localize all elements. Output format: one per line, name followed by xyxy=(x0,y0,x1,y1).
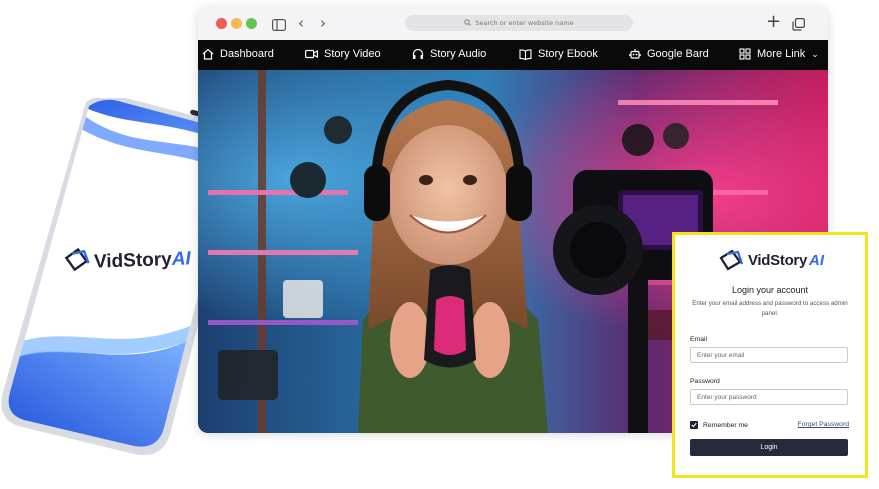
login-subtitle: Enter your email address and password to… xyxy=(692,300,848,317)
sidebar-toggle-icon[interactable] xyxy=(272,16,287,35)
chevron-down-icon: ⌄ xyxy=(811,48,819,59)
nav-story-ebook[interactable]: Story Ebook xyxy=(519,48,598,60)
nav-dashboard[interactable]: Dashboard xyxy=(202,48,274,60)
remember-label: Remember me xyxy=(703,421,748,429)
nav-more-link[interactable]: More Link ⌄ xyxy=(739,48,819,60)
minimize-window-button[interactable] xyxy=(231,18,242,29)
checkmark-icon xyxy=(691,422,697,428)
home-icon xyxy=(202,48,214,60)
nav-google-bard-label: Google Bard xyxy=(647,48,709,60)
phone-brand-ai: AI xyxy=(171,248,192,270)
tab-overview-icon[interactable] xyxy=(792,16,805,35)
nav-story-video[interactable]: Story Video xyxy=(305,48,381,60)
search-icon xyxy=(464,18,472,28)
nav-story-audio[interactable]: Story Audio xyxy=(412,48,486,60)
password-field[interactable] xyxy=(690,389,848,405)
phone-brand-word: VidStory xyxy=(93,248,173,273)
login-logo: VidStory AI xyxy=(718,249,824,271)
remember-me[interactable]: Remember me xyxy=(690,421,748,429)
address-bar[interactable]: Search or enter website name xyxy=(405,15,633,31)
video-camera-icon xyxy=(305,49,318,59)
remember-checkbox[interactable] xyxy=(690,421,698,429)
browser-titlebar: ‹ › Search or enter website name + xyxy=(198,6,828,40)
robot-icon xyxy=(629,49,641,59)
password-label: Password xyxy=(690,378,720,385)
login-card: VidStory AI Login your account Enter your… xyxy=(672,232,868,478)
top-navbar: Dashboard Story Video Story Audio Story … xyxy=(198,40,828,70)
login-button[interactable]: Login xyxy=(690,439,848,456)
close-window-button[interactable] xyxy=(216,18,227,29)
nav-story-ebook-label: Story Ebook xyxy=(538,48,598,60)
login-brand-word: VidStory xyxy=(748,251,808,269)
address-placeholder: Search or enter website name xyxy=(475,19,574,27)
forward-arrow-icon[interactable]: › xyxy=(320,14,326,32)
grid-icon xyxy=(739,48,751,60)
book-icon xyxy=(519,48,532,60)
login-brand-ai: AI xyxy=(809,251,825,269)
vidstory-logo-icon xyxy=(719,249,744,271)
maximize-window-button[interactable] xyxy=(246,18,257,29)
phone-brand: VidStoryAI xyxy=(94,248,191,273)
nav-dashboard-label: Dashboard xyxy=(220,48,274,60)
email-label: Email xyxy=(690,336,707,343)
nav-story-audio-label: Story Audio xyxy=(430,48,487,60)
back-arrow-icon[interactable]: ‹ xyxy=(298,14,304,32)
new-tab-plus-icon[interactable]: + xyxy=(766,11,781,32)
nav-story-video-label: Story Video xyxy=(324,48,381,60)
login-title: Login your account xyxy=(731,285,809,295)
forget-password-link[interactable]: Forget Password xyxy=(798,421,849,428)
email-field[interactable] xyxy=(690,347,848,363)
nav-google-bard[interactable]: Google Bard xyxy=(629,48,709,60)
headphones-icon xyxy=(412,48,424,59)
nav-more-link-label: More Link xyxy=(757,48,806,60)
